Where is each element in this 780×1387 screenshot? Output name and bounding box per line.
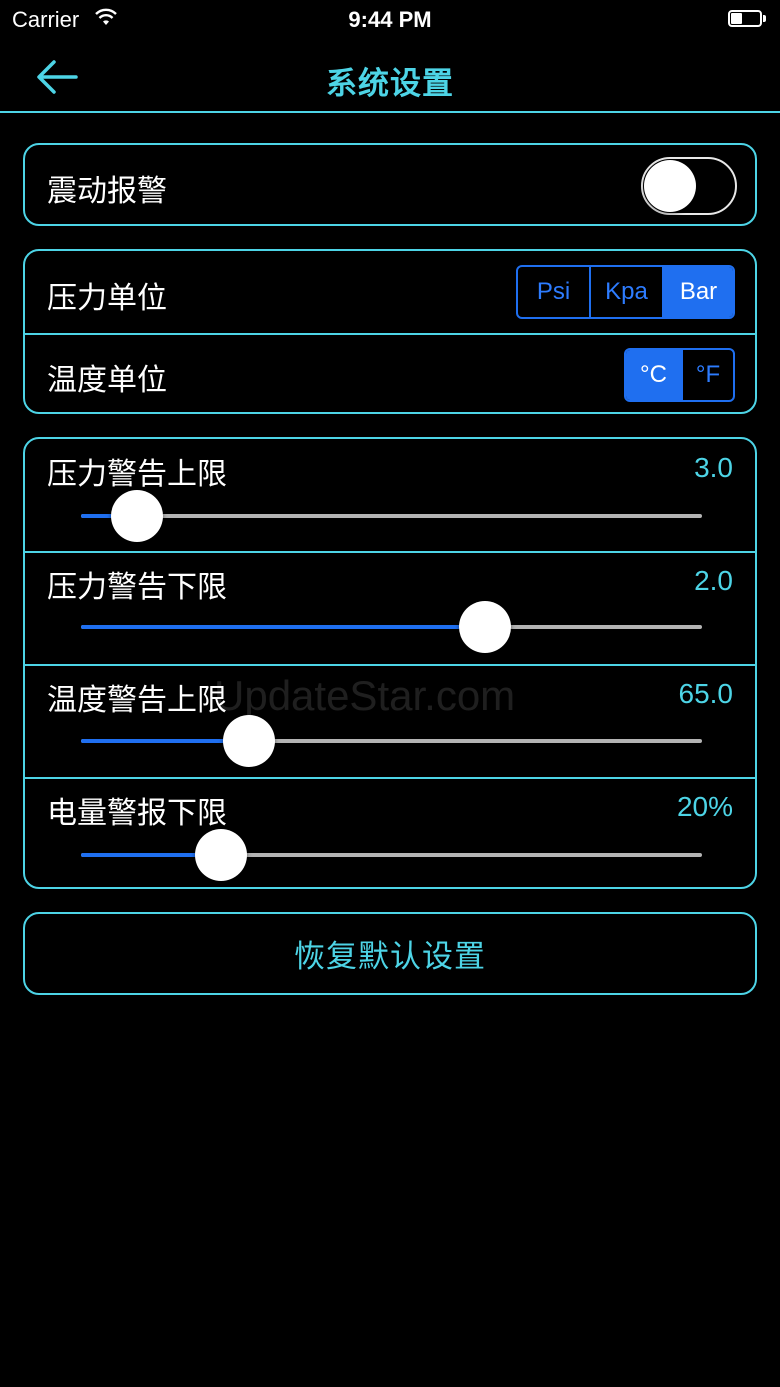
pressure-lower-limit-label: 压力警告下限 <box>47 570 227 605</box>
slider-fill <box>81 625 485 629</box>
pressure-unit-bar[interactable]: Bar <box>662 267 733 317</box>
status-bar: Carrier 9:44 PM <box>0 0 780 40</box>
pressure-lower-limit-slider[interactable] <box>81 601 702 653</box>
slider-thumb[interactable] <box>194 829 247 881</box>
reset-defaults-button[interactable]: 恢复默认设置 <box>23 912 757 995</box>
pressure-upper-limit-label: 压力警告上限 <box>47 457 227 492</box>
page-title: 系统设置 <box>326 66 454 102</box>
temperature-upper-limit-label: 温度警告上限 <box>47 683 227 718</box>
toggle-knob <box>644 160 696 212</box>
nav-bar: 系统设置 <box>0 40 780 113</box>
pressure-lower-limit-value: 2.0 <box>694 565 733 596</box>
slider-thumb[interactable] <box>458 601 511 653</box>
temperature-unit-fahrenheit[interactable]: °F <box>681 350 733 400</box>
thresholds-card: 压力警告上限 3.0 压力警告下限 2.0 温度警告上限 65.0 电量警报下限… <box>23 437 757 889</box>
pressure-upper-limit-value: 3.0 <box>694 452 733 483</box>
threshold-row: 压力警告下限 2.0 <box>25 553 755 664</box>
temperature-unit-label: 温度单位 <box>47 363 167 398</box>
vibration-alarm-card: 震动报警 <box>23 143 757 226</box>
temperature-upper-limit-slider[interactable] <box>81 715 702 767</box>
pressure-upper-limit-slider[interactable] <box>81 490 702 542</box>
threshold-row: 电量警报下限 20% <box>25 779 755 889</box>
vibration-alarm-toggle[interactable] <box>641 157 737 215</box>
temperature-unit-selector: °C °F <box>624 348 735 402</box>
temperature-upper-limit-value: 65.0 <box>678 678 734 709</box>
temperature-unit-row: 温度单位 °C °F <box>25 335 755 414</box>
threshold-row: 压力警告上限 3.0 <box>25 439 755 551</box>
battery-lower-limit-label: 电量警报下限 <box>47 796 227 831</box>
battery-lower-limit-value: 20% <box>676 791 733 822</box>
battery-icon <box>728 10 766 27</box>
threshold-row: 温度警告上限 65.0 <box>25 666 755 777</box>
pressure-unit-selector: Psi Kpa Bar <box>516 265 735 319</box>
pressure-unit-psi[interactable]: Psi <box>518 267 589 317</box>
slider-thumb[interactable] <box>222 715 275 767</box>
units-card: 压力单位 Psi Kpa Bar 温度单位 °C °F <box>23 249 757 414</box>
vibration-alarm-label: 震动报警 <box>47 174 167 209</box>
status-time: 9:44 PM <box>348 7 432 32</box>
pressure-unit-row: 压力单位 Psi Kpa Bar <box>25 251 755 333</box>
pressure-unit-kpa[interactable]: Kpa <box>589 267 662 317</box>
slider-thumb[interactable] <box>110 490 163 542</box>
temperature-unit-celsius[interactable]: °C <box>626 350 681 400</box>
pressure-unit-label: 压力单位 <box>47 281 167 316</box>
battery-lower-limit-slider[interactable] <box>81 829 702 881</box>
